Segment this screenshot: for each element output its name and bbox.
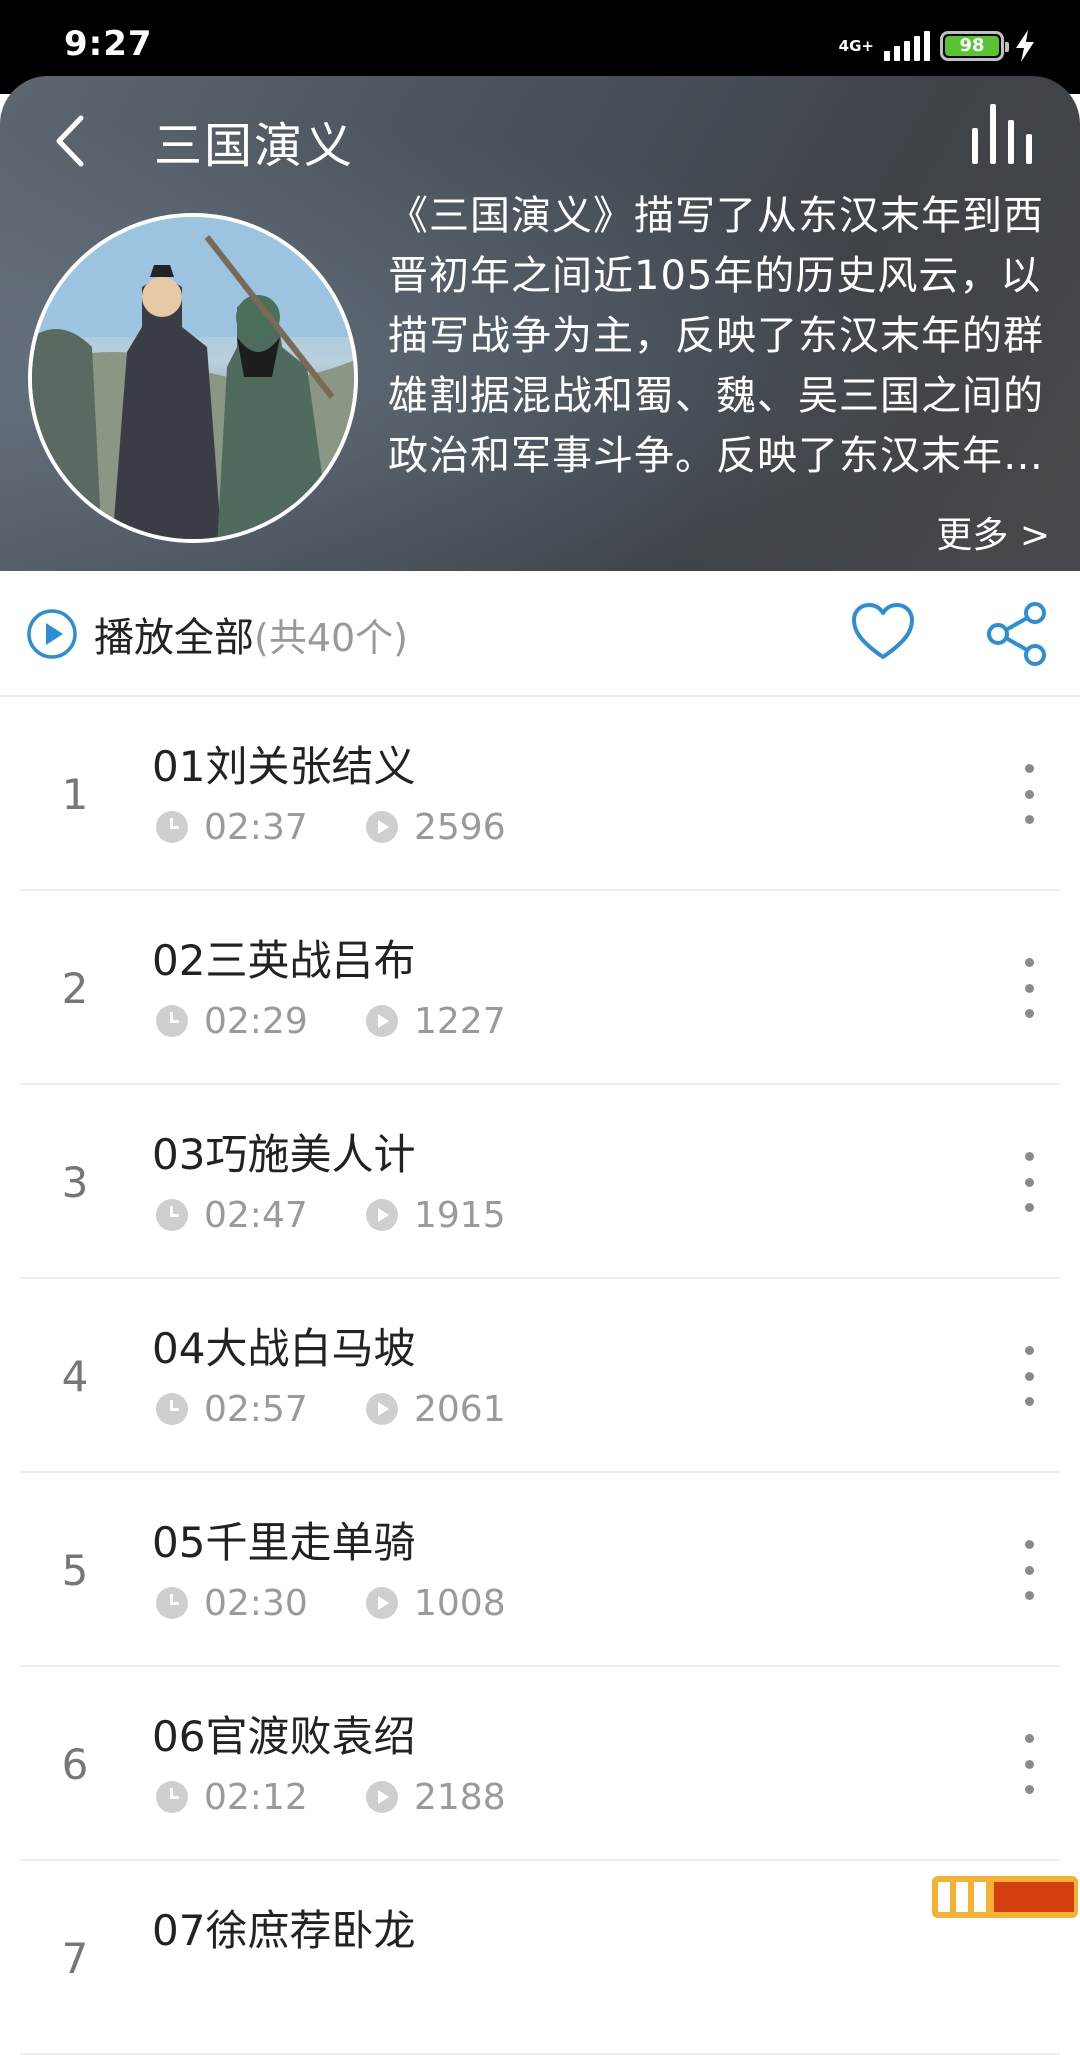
track-meta: 02:57 2061 bbox=[156, 1389, 506, 1429]
track-title: 06官渡败袁绍 bbox=[152, 1703, 415, 1764]
track-row[interactable]: 3 03巧施美人计 02:47 1915 bbox=[20, 1085, 1060, 1279]
track-count: (共40个) bbox=[254, 607, 408, 662]
album-description: 《三国演义》描写了从东汉末年到西晋初年之间近105年的历史风云，以描写战争为主，… bbox=[388, 186, 1048, 486]
back-button[interactable] bbox=[40, 101, 100, 181]
battery-level: 98 bbox=[945, 36, 999, 56]
clock-icon bbox=[156, 1781, 188, 1813]
play-circle-icon bbox=[26, 608, 78, 660]
track-row[interactable]: 2 02三英战吕布 02:29 1227 bbox=[20, 891, 1060, 1085]
track-play-count: 2596 bbox=[414, 807, 506, 848]
track-index: 5 bbox=[20, 1473, 130, 1667]
more-link[interactable]: 更多 > bbox=[936, 506, 1050, 558]
back-icon bbox=[53, 114, 87, 168]
watermark-logo bbox=[930, 1870, 1080, 1920]
track-meta: 02:29 1227 bbox=[156, 1001, 506, 1041]
play-count-icon bbox=[366, 1587, 398, 1619]
track-meta: 02:30 1008 bbox=[156, 1583, 506, 1623]
track-play-count: 1008 bbox=[414, 1583, 506, 1624]
track-duration: 02:30 bbox=[204, 1583, 366, 1624]
equalizer-button[interactable] bbox=[972, 104, 1032, 164]
track-play-count: 1915 bbox=[414, 1195, 506, 1236]
clock-icon bbox=[156, 811, 188, 843]
track-title: 04大战白马坡 bbox=[152, 1315, 415, 1376]
track-list: 1 01刘关张结义 02:37 2596 2 02三英战吕布 02:29 122… bbox=[0, 697, 1080, 2055]
more-vertical-icon[interactable] bbox=[1014, 1346, 1044, 1406]
clock-icon bbox=[156, 1199, 188, 1231]
album-cover bbox=[28, 213, 358, 543]
battery-icon: 98 bbox=[940, 31, 1004, 61]
track-title: 02三英战吕布 bbox=[152, 927, 415, 988]
track-title: 07徐庶荐卧龙 bbox=[152, 1897, 415, 1958]
track-play-count: 2188 bbox=[414, 1777, 506, 1818]
track-index: 3 bbox=[20, 1085, 130, 1279]
track-duration: 02:12 bbox=[204, 1777, 366, 1818]
track-row[interactable]: 1 01刘关张结义 02:37 2596 bbox=[20, 697, 1060, 891]
play-count-icon bbox=[366, 1781, 398, 1813]
track-title: 05千里走单骑 bbox=[152, 1509, 415, 1570]
track-duration: 02:29 bbox=[204, 1001, 366, 1042]
play-count-icon bbox=[366, 1005, 398, 1037]
more-vertical-icon[interactable] bbox=[1014, 958, 1044, 1018]
track-meta: 02:47 1915 bbox=[156, 1195, 506, 1235]
track-row[interactable]: 4 04大战白马坡 02:57 2061 bbox=[20, 1279, 1060, 1473]
equalizer-icon bbox=[972, 128, 978, 164]
signal-icon bbox=[884, 31, 930, 61]
network-type: 4G+ bbox=[839, 39, 874, 54]
more-vertical-icon[interactable] bbox=[1014, 764, 1044, 824]
play-count-icon bbox=[366, 1393, 398, 1425]
track-meta: 02:37 2596 bbox=[156, 807, 506, 847]
track-duration: 02:57 bbox=[204, 1389, 366, 1430]
album-header: 三国演义 《三国演义》描写了从东汉末年到西晋初年之间近105年的历史风云，以描写… bbox=[0, 76, 1080, 571]
track-index: 4 bbox=[20, 1279, 130, 1473]
play-all-button[interactable]: 播放全部 (共40个) bbox=[26, 604, 408, 664]
play-count-icon bbox=[366, 1199, 398, 1231]
play-count-icon bbox=[366, 811, 398, 843]
track-meta: 02:12 2188 bbox=[156, 1777, 506, 1817]
share-icon bbox=[984, 601, 1050, 667]
status-indicators: 4G+ 98 bbox=[839, 26, 1036, 66]
track-index: 2 bbox=[20, 891, 130, 1085]
clock-icon bbox=[156, 1587, 188, 1619]
track-title: 03巧施美人计 bbox=[152, 1121, 415, 1182]
track-row[interactable]: 7 07徐庶荐卧龙 bbox=[20, 1861, 1060, 2055]
charging-icon bbox=[1014, 30, 1036, 62]
more-vertical-icon[interactable] bbox=[1014, 1734, 1044, 1794]
more-vertical-icon[interactable] bbox=[1014, 1152, 1044, 1212]
share-button[interactable] bbox=[984, 601, 1050, 667]
track-row[interactable]: 6 06官渡败袁绍 02:12 2188 bbox=[20, 1667, 1060, 1861]
track-play-count: 1227 bbox=[414, 1001, 506, 1042]
track-play-count: 2061 bbox=[414, 1389, 506, 1430]
status-time: 9:27 bbox=[64, 24, 153, 64]
page-title: 三国演义 bbox=[154, 106, 354, 176]
track-index: 6 bbox=[20, 1667, 130, 1861]
clock-icon bbox=[156, 1393, 188, 1425]
heart-icon bbox=[850, 601, 916, 663]
more-vertical-icon[interactable] bbox=[1014, 1540, 1044, 1600]
track-title: 01刘关张结义 bbox=[152, 733, 415, 794]
track-index: 7 bbox=[20, 1861, 130, 2055]
track-duration: 02:37 bbox=[204, 807, 366, 848]
play-all-bar: 播放全部 (共40个) bbox=[0, 571, 1080, 697]
track-index: 1 bbox=[20, 697, 130, 891]
favorite-button[interactable] bbox=[850, 601, 916, 663]
track-row[interactable]: 5 05千里走单骑 02:30 1008 bbox=[20, 1473, 1060, 1667]
clock-icon bbox=[156, 1005, 188, 1037]
play-all-label: 播放全部 bbox=[94, 605, 254, 663]
track-duration: 02:47 bbox=[204, 1195, 366, 1236]
